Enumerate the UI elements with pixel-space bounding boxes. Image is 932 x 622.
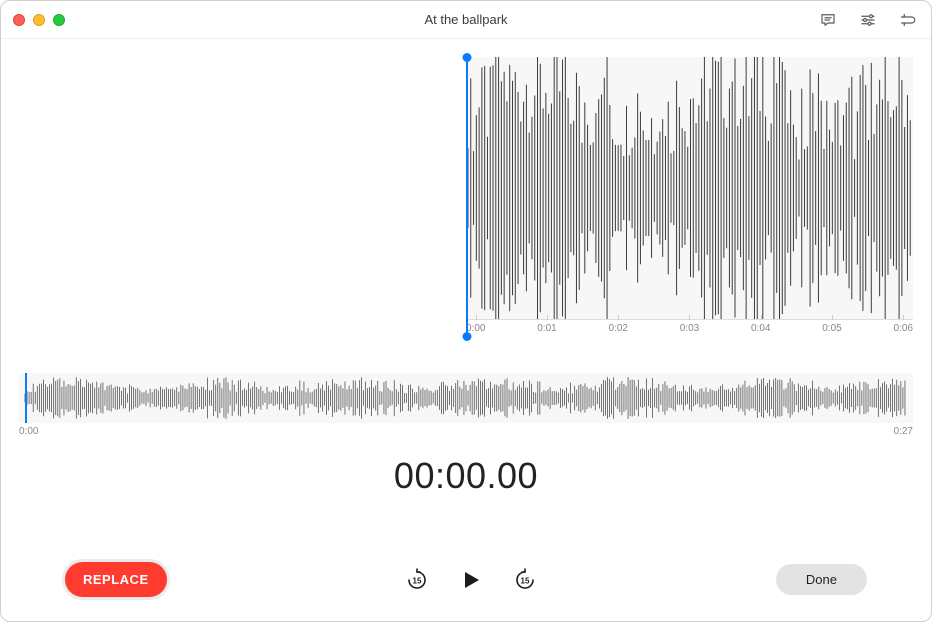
zoom-tick: 0:05 [822, 323, 841, 337]
svg-text:15: 15 [521, 576, 530, 585]
fullscreen-window-button[interactable] [53, 14, 65, 26]
window-controls [13, 14, 65, 26]
overview-waveform[interactable] [19, 373, 913, 423]
transport-controls: 15 15 [403, 566, 539, 594]
replace-button[interactable]: REPLACE [65, 562, 167, 597]
skip-back-15-button[interactable]: 15 [403, 566, 431, 594]
zoom-tick: 0:03 [680, 323, 699, 337]
zoom-tick: 0:02 [609, 323, 628, 337]
trim-icon[interactable] [897, 9, 919, 31]
titlebar-right-actions [817, 9, 919, 31]
zoom-timeline: 0:00 0:01 0:02 0:03 0:04 0:05 0:06 [466, 319, 913, 337]
overview-playhead[interactable] [25, 373, 27, 423]
skip-forward-15-button[interactable]: 15 [511, 566, 539, 594]
close-window-button[interactable] [13, 14, 25, 26]
transcript-icon[interactable] [817, 9, 839, 31]
zoom-tick: 0:01 [537, 323, 556, 337]
zoom-tick: 0:04 [751, 323, 770, 337]
titlebar: At the ballpark [1, 1, 931, 39]
timecode-display: 00:00.00 [1, 455, 931, 497]
zoom-waveform[interactable]: 0:00 0:01 0:02 0:03 0:04 0:05 0:06 [19, 57, 913, 337]
main-waveform-area: 0:00 0:01 0:02 0:03 0:04 0:05 0:06 [1, 39, 931, 337]
zoom-waveform-display [466, 57, 913, 319]
playhead[interactable] [466, 57, 468, 337]
bottom-controls: REPLACE 15 15 Done [1, 562, 931, 597]
overview-time-labels: 0:00 0:27 [19, 426, 913, 437]
svg-text:15: 15 [413, 576, 422, 585]
overview-end-time: 0:27 [894, 426, 913, 437]
window-title: At the ballpark [1, 12, 931, 27]
play-button[interactable] [457, 566, 485, 594]
minimize-window-button[interactable] [33, 14, 45, 26]
playback-settings-icon[interactable] [857, 9, 879, 31]
done-button[interactable]: Done [776, 564, 867, 595]
overview-waveform-area: 0:00 0:27 [19, 373, 913, 437]
overview-start-time: 0:00 [19, 426, 38, 437]
zoom-tick: 0:06 [894, 323, 913, 337]
